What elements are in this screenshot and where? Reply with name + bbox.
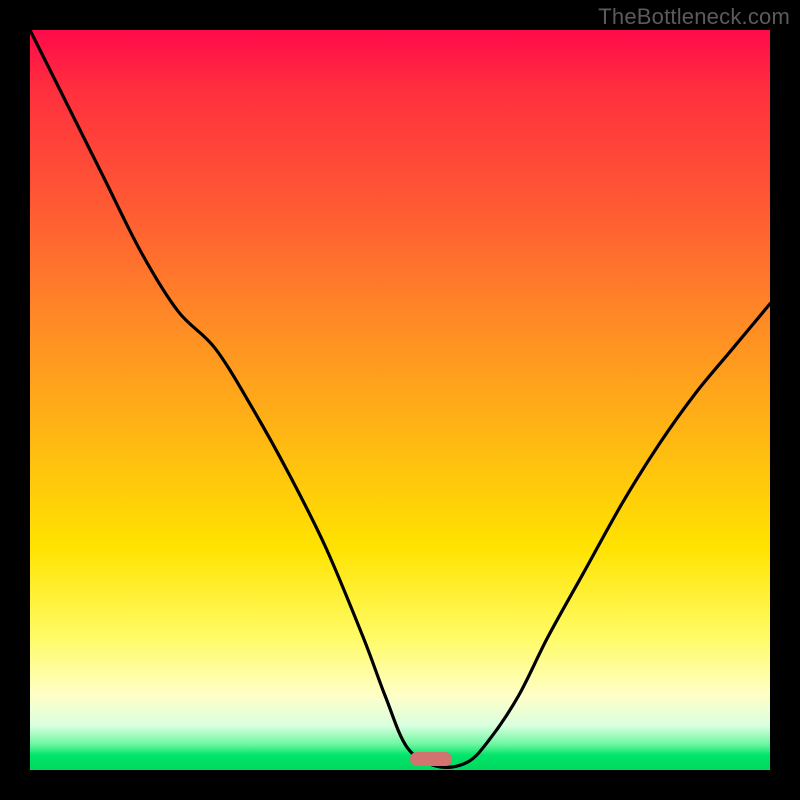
bottleneck-curve	[30, 30, 770, 770]
watermark-text: TheBottleneck.com	[598, 4, 790, 30]
minimum-marker	[410, 752, 452, 766]
plot-area	[30, 30, 770, 770]
chart-frame: TheBottleneck.com	[0, 0, 800, 800]
